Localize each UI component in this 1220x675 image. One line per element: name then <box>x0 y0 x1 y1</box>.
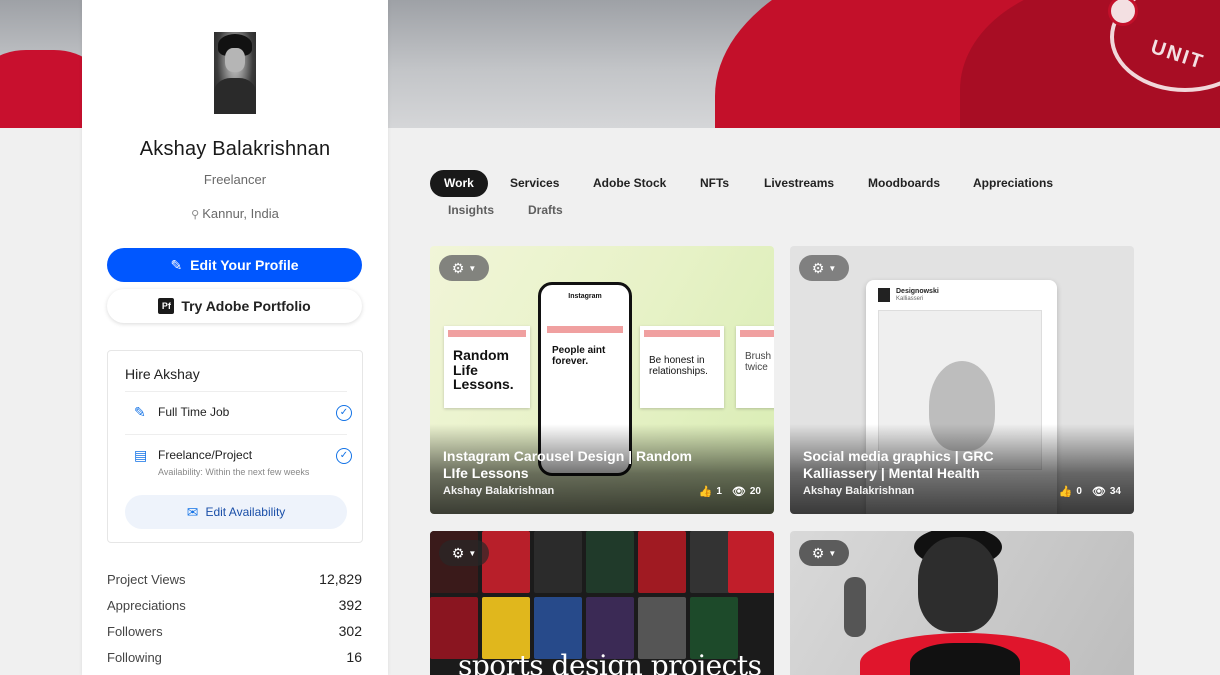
adobe-portfolio-label: Try Adobe Portfolio <box>181 298 311 314</box>
tab-services[interactable]: Services <box>510 170 559 197</box>
hire-option-full-time[interactable]: ✎ Full Time Job ✓ <box>125 391 352 429</box>
stat-project-views[interactable]: Project Views 12,829 <box>107 566 362 592</box>
project-title[interactable]: Instagram Carousel Design | Random LIfe … <box>443 448 703 482</box>
profile-occupation: Freelancer <box>203 172 267 187</box>
stat-following[interactable]: Following 16 <box>107 644 362 670</box>
project-stats: 👍 0 👁 34 <box>1059 485 1121 498</box>
hire-option-label: Full Time Job <box>158 405 230 419</box>
project-card[interactable]: ⚙ ▼ Designowski Kalliasseri Social media … <box>790 246 1134 514</box>
profile-sidebar: Akshay Balakrishnan Freelancer ⚲ Kannur, … <box>82 0 388 675</box>
stat-label: Following <box>107 649 162 665</box>
edit-availability-button[interactable]: ✉ Edit Availability <box>125 495 347 529</box>
tab-livestreams[interactable]: Livestreams <box>764 170 834 197</box>
thumbnail-slide: Brush twice <box>736 326 774 408</box>
project-card[interactable]: ⚙ ▼ Random Life Lessons. Instagram People… <box>430 246 774 514</box>
profile-name: Akshay Balakrishnan <box>139 138 331 160</box>
thumbs-up-icon: 👍 <box>698 486 713 498</box>
avatar[interactable] <box>214 32 256 114</box>
check-circle-icon: ✓ <box>336 405 352 421</box>
stat-value: 12,829 <box>319 571 362 587</box>
location-pin-icon: ⚲ <box>191 209 200 221</box>
gear-icon[interactable]: ⚙ ▼ <box>439 255 489 281</box>
hire-option-freelance[interactable]: ▤ Freelance/Project Availability: Within… <box>125 434 352 482</box>
document-edit-icon: ✎ <box>134 404 146 420</box>
edit-profile-button[interactable]: ✎ Edit Your Profile <box>107 248 362 282</box>
adobe-portfolio-button[interactable]: Pf Try Adobe Portfolio <box>107 289 362 323</box>
stat-value: 16 <box>346 649 362 665</box>
project-stats: 👍 1 👁 20 <box>699 485 761 498</box>
project-owner[interactable]: Akshay Balakrishnan <box>443 485 554 497</box>
tab-nfts[interactable]: NFTs <box>700 170 729 197</box>
gear-icon[interactable]: ⚙ ▼ <box>799 540 849 566</box>
views-count: 20 <box>749 486 761 497</box>
envelope-icon: ✉ <box>186 503 199 520</box>
views-count: 34 <box>1109 486 1121 497</box>
pencil-icon: ✎ <box>170 256 183 273</box>
thumbnail-slide: Be honest in relationships. <box>640 326 724 408</box>
tab-adobe-stock[interactable]: Adobe Stock <box>593 170 666 197</box>
stat-label: Appreciations <box>107 597 186 613</box>
project-title[interactable]: Social media graphics | GRC Kalliassery … <box>803 448 1063 482</box>
stat-label: Project Views <box>107 571 186 587</box>
hire-panel: Hire Akshay ✎ Full Time Job ✓ ▤ Freelanc… <box>107 350 363 543</box>
tab-moodboards[interactable]: Moodboards <box>868 170 940 197</box>
gear-icon[interactable]: ⚙ ▼ <box>439 540 489 566</box>
hire-option-label: Freelance/Project <box>158 448 253 462</box>
edit-availability-label: Edit Availability <box>205 505 286 519</box>
thumbs-up-icon: 👍 <box>1058 486 1073 498</box>
likes-count: 1 <box>716 486 722 497</box>
project-card[interactable]: ⚙ ▼ <box>790 531 1134 675</box>
likes-count: 0 <box>1076 486 1082 497</box>
thumbnail-slide: Random Life Lessons. <box>444 326 530 408</box>
stat-label: Followers <box>107 623 163 639</box>
profile-stats: Project Views 12,829 Appreciations 392 F… <box>107 566 362 670</box>
check-circle-icon: ✓ <box>336 448 352 464</box>
stat-value: 392 <box>338 597 362 613</box>
stat-followers[interactable]: Followers 302 <box>107 618 362 644</box>
project-owner[interactable]: Akshay Balakrishnan <box>803 485 914 497</box>
eye-icon: 👁 <box>731 486 746 498</box>
tab-work[interactable]: Work <box>430 170 488 197</box>
tab-insights[interactable]: Insights <box>448 197 494 224</box>
thumbnail-text: sports design projects <box>458 649 762 675</box>
calendar-icon: ▤ <box>134 447 148 463</box>
hire-option-availability: Availability: Within the next few weeks <box>158 467 310 477</box>
eye-icon: 👁 <box>1091 486 1106 498</box>
stat-appreciations[interactable]: Appreciations 392 <box>107 592 362 618</box>
profile-location: ⚲ Kannur, India <box>82 206 388 221</box>
gear-icon[interactable]: ⚙ ▼ <box>799 255 849 281</box>
stat-value: 302 <box>338 623 362 639</box>
edit-profile-label: Edit Your Profile <box>190 257 299 273</box>
hire-title: Hire Akshay <box>125 366 200 382</box>
adobe-portfolio-icon: Pf <box>158 298 175 314</box>
tab-appreciations[interactable]: Appreciations <box>973 170 1053 197</box>
project-card[interactable]: ⚙ ▼ sports design projects <box>430 531 774 675</box>
location-text: Kannur, India <box>202 206 279 221</box>
tab-drafts[interactable]: Drafts <box>528 197 563 224</box>
